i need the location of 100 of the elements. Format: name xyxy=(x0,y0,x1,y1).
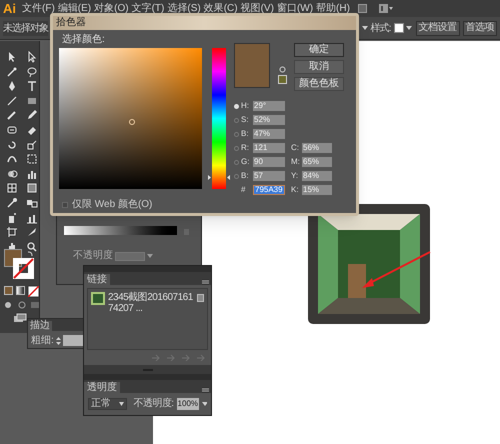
gradient-bar[interactable] xyxy=(64,226,177,235)
web-safe-swatch[interactable] xyxy=(278,75,287,84)
spray-icon[interactable] xyxy=(6,212,18,224)
panel-tab[interactable]: 链接 xyxy=(84,274,110,285)
window-icon[interactable] xyxy=(358,4,367,13)
layout-icon[interactable] xyxy=(378,4,393,13)
value-field[interactable]: 56% xyxy=(302,143,332,153)
panel-menu-icon[interactable] xyxy=(202,280,209,285)
knife-icon[interactable] xyxy=(26,226,38,238)
zoom-icon[interactable] xyxy=(26,240,38,253)
lasso-icon[interactable] xyxy=(26,66,38,78)
dialog-title: 拾色器 xyxy=(56,18,86,28)
arrow-annotation xyxy=(362,251,430,288)
shape-builder-icon[interactable] xyxy=(6,168,18,180)
page-icon xyxy=(197,294,204,302)
rotate-icon[interactable] xyxy=(6,138,18,151)
artboard-icon[interactable] xyxy=(6,226,18,238)
free-transform-icon[interactable] xyxy=(26,153,38,166)
wand-icon[interactable] xyxy=(6,66,18,78)
menu-item[interactable]: 视图(V) xyxy=(240,4,274,14)
scale-icon[interactable] xyxy=(26,138,38,151)
menu-item[interactable]: 编辑(E) xyxy=(58,4,92,14)
draw-behind-icon[interactable] xyxy=(17,301,27,309)
draw-inside-icon[interactable] xyxy=(30,301,40,309)
color-mode-swatch[interactable] xyxy=(4,286,13,295)
checkbox[interactable] xyxy=(62,202,68,208)
panel-tab[interactable]: 描边 xyxy=(28,321,52,331)
gradient-icon[interactable] xyxy=(26,182,38,194)
caret-icon[interactable] xyxy=(202,402,207,406)
value-field[interactable]: 795A39 xyxy=(253,185,285,195)
field-label: G: xyxy=(241,158,250,166)
field-label: B: xyxy=(241,172,250,180)
swap-icon[interactable] xyxy=(27,251,33,257)
caret-icon[interactable] xyxy=(406,26,412,30)
draw-normal-icon[interactable] xyxy=(4,301,14,309)
weight-label: 粗细: xyxy=(31,336,54,346)
radio-button[interactable] xyxy=(234,174,239,178)
value-field[interactable]: 15% xyxy=(302,185,332,195)
radio-button[interactable] xyxy=(234,132,239,136)
value-field[interactable]: 47% xyxy=(253,129,285,139)
type-icon[interactable] xyxy=(26,80,38,92)
dialog-button[interactable]: 颜色色板 xyxy=(294,77,344,91)
value-field[interactable]: 90 xyxy=(253,157,285,167)
toolbar-button[interactable]: 首选项 xyxy=(462,20,497,36)
gradient-mode-swatch[interactable] xyxy=(16,286,25,295)
eyedropper-icon[interactable] xyxy=(6,196,18,209)
checkbox-label[interactable]: 仅限 Web 颜色(O) xyxy=(72,200,152,210)
opacity-label: 不透明度: xyxy=(133,399,174,409)
radio-button[interactable] xyxy=(234,118,239,122)
value-field[interactable]: 52% xyxy=(253,115,285,125)
blob-brush-icon[interactable] xyxy=(6,124,18,136)
opacity-field[interactable]: 100% xyxy=(176,398,200,410)
radio-button[interactable] xyxy=(234,146,239,150)
stroke-none-swatch[interactable] xyxy=(13,258,34,279)
menu-item[interactable]: 对象(O) xyxy=(94,4,129,14)
value-field[interactable]: 65% xyxy=(302,157,332,167)
value-field[interactable]: 29° xyxy=(253,101,285,111)
radio-button[interactable] xyxy=(234,104,239,108)
panel-tab[interactable]: 透明度 xyxy=(84,382,120,393)
app-logo: Ai xyxy=(3,2,16,15)
blend-mode-dropdown[interactable]: 正常 xyxy=(88,398,128,410)
style-label: 样式: xyxy=(370,22,390,36)
style-swatch[interactable] xyxy=(394,23,404,33)
none-mode-icon[interactable] xyxy=(28,286,39,297)
line-icon[interactable] xyxy=(6,94,18,107)
panel-menu-icon[interactable] xyxy=(202,388,209,393)
prompt-label: 选择颜色: xyxy=(62,35,106,47)
field-label: Y: xyxy=(291,172,300,180)
opacity-field[interactable] xyxy=(115,252,145,260)
hue-slider-thumb[interactable] xyxy=(208,175,230,180)
value-field[interactable]: 84% xyxy=(302,171,332,181)
selection-arrow-icon[interactable] xyxy=(6,51,18,63)
menu-item[interactable]: 窗口(W) xyxy=(276,4,314,14)
dialog-button[interactable]: 确定 xyxy=(294,43,344,57)
arrow-icon[interactable] xyxy=(26,51,38,63)
menu-item[interactable]: 文件(F) xyxy=(22,4,55,14)
opacity-label: 不透明度 xyxy=(73,251,113,261)
toolbar-button[interactable]: 文档设置 xyxy=(416,20,460,36)
pencil-icon[interactable] xyxy=(26,109,38,122)
menu-item[interactable]: 帮助(H) xyxy=(316,4,350,14)
color-preview xyxy=(234,43,270,88)
caret-icon xyxy=(119,402,124,406)
field-label: H: xyxy=(241,102,250,110)
brush-icon[interactable] xyxy=(6,109,18,122)
picker-marker[interactable] xyxy=(129,119,135,125)
menu-item[interactable]: 选择(S) xyxy=(167,4,201,14)
menu-item[interactable]: 效果(C) xyxy=(204,4,238,14)
weight-field[interactable] xyxy=(62,335,83,346)
dialog-button[interactable]: 取消 xyxy=(294,60,344,74)
pen-icon[interactable] xyxy=(6,80,18,92)
radio-button[interactable] xyxy=(234,160,239,164)
menu-item[interactable]: 文字(T) xyxy=(132,4,164,14)
caret-icon[interactable] xyxy=(147,254,153,258)
value-field[interactable]: 57 xyxy=(253,171,285,181)
field-label: S: xyxy=(241,116,250,124)
caret-icon[interactable] xyxy=(362,26,368,30)
value-field[interactable]: 121 xyxy=(253,143,285,153)
screen-mode-icon[interactable] xyxy=(13,313,27,323)
mesh-icon[interactable] xyxy=(6,182,18,194)
saturation-brightness-field[interactable] xyxy=(59,48,202,189)
